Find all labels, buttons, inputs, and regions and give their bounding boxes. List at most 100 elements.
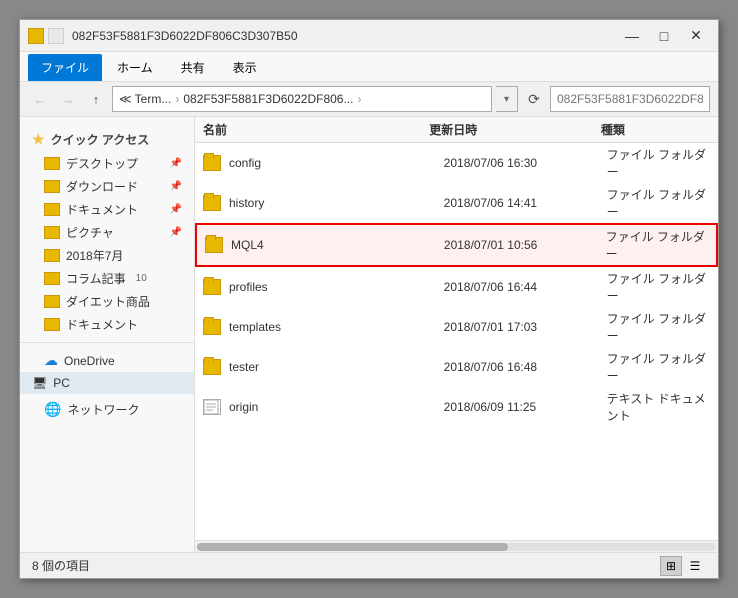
ribbon-tabs: ファイル ホーム 共有 表示	[20, 52, 718, 81]
star-icon: ★	[32, 131, 45, 148]
sidebar-item-label: ダウンロード	[66, 178, 138, 195]
folder-icon	[44, 295, 60, 308]
sidebar-item-pc[interactable]: 🖥 PC	[20, 372, 194, 394]
breadcrumb-separator: ›	[175, 92, 179, 106]
table-row[interactable]: origin 2018/06/09 11:25 テキスト ドキュメント	[195, 387, 718, 427]
folder-icon	[203, 195, 221, 211]
pin-icon: 📌	[170, 227, 182, 238]
text-file-icon	[203, 399, 221, 415]
scrollbar-thumb[interactable]	[197, 543, 508, 551]
sidebar-item-onedrive[interactable]: ☁ OneDrive	[20, 349, 194, 372]
sidebar-item-label: ネットワーク	[67, 401, 139, 418]
ribbon: ファイル ホーム 共有 表示	[20, 52, 718, 82]
file-type: ファイル フォルダー	[606, 228, 708, 262]
file-type: ファイル フォルダー	[607, 350, 710, 384]
sidebar-item-diet[interactable]: ダイエット商品	[20, 290, 194, 313]
file-name: profiles	[229, 280, 436, 294]
quick-access-section[interactable]: ★ クイック アクセス	[20, 125, 194, 152]
address-bar[interactable]: ≪ Term... › 082F53F5881F3D6022DF806... ›	[112, 86, 492, 112]
sidebar-item-july2018[interactable]: 2018年7月	[20, 244, 194, 267]
folder-icon	[44, 249, 60, 262]
main-area: ★ クイック アクセス デスクトップ 📌 ダウンロード 📌 ドキュメント 📌 ピ…	[20, 117, 718, 552]
scrollbar-track	[197, 543, 716, 551]
title-bar-buttons: — □ ✕	[618, 25, 710, 47]
window-icon-secondary	[48, 28, 64, 44]
title-bar-icons	[28, 28, 64, 44]
file-type: ファイル フォルダー	[607, 270, 710, 304]
sidebar-item-pictures[interactable]: ピクチャ 📌	[20, 221, 194, 244]
folder-icon	[44, 203, 60, 216]
file-date: 2018/07/01 10:56	[444, 238, 598, 252]
search-bar[interactable]	[550, 86, 710, 112]
up-button[interactable]: ↑	[84, 87, 108, 111]
list-view-button[interactable]: ☰	[684, 556, 706, 576]
folder-icon	[44, 318, 60, 331]
file-date: 2018/06/09 11:25	[444, 400, 599, 414]
folder-icon	[203, 279, 221, 295]
maximize-button[interactable]: □	[650, 25, 678, 47]
sidebar-item-label: OneDrive	[64, 354, 115, 368]
navigation-bar: ← → ↑ ≪ Term... › 082F53F5881F3D6022DF80…	[20, 82, 718, 117]
tab-home[interactable]: ホーム	[104, 54, 166, 81]
column-headers: 名前 更新日時 種類	[195, 117, 718, 143]
title-bar: 082F53F5881F3D6022DF806C3D307B50 — □ ✕	[20, 20, 718, 52]
file-type: ファイル フォルダー	[607, 146, 710, 180]
file-type: ファイル フォルダー	[607, 310, 710, 344]
file-date: 2018/07/06 14:41	[444, 196, 599, 210]
folder-icon	[205, 237, 223, 253]
pin-icon: 📌	[170, 181, 182, 192]
sidebar-item-label: コラム記事	[66, 270, 126, 287]
file-name: MQL4	[231, 238, 436, 252]
col-date-header[interactable]: 更新日時	[429, 121, 593, 138]
folder-icon	[44, 272, 60, 285]
table-row-highlighted[interactable]: MQL4 2018/07/01 10:56 ファイル フォルダー	[195, 223, 718, 267]
col-name-header[interactable]: 名前	[203, 121, 421, 138]
file-name: history	[229, 196, 436, 210]
pin-icon: 📌	[170, 158, 182, 169]
sidebar-item-documents2[interactable]: ドキュメント	[20, 313, 194, 336]
sidebar-item-desktop[interactable]: デスクトップ 📌	[20, 152, 194, 175]
file-name: config	[229, 156, 436, 170]
folder-icon	[44, 157, 60, 170]
sidebar-item-label: ピクチャ	[66, 224, 114, 241]
cloud-icon: ☁	[44, 352, 58, 369]
table-row[interactable]: profiles 2018/07/06 16:44 ファイル フォルダー	[195, 267, 718, 307]
detail-view-button[interactable]: ⊞	[660, 556, 682, 576]
col-type-header[interactable]: 種類	[601, 121, 710, 138]
tab-share[interactable]: 共有	[168, 54, 218, 81]
file-name: origin	[229, 400, 436, 414]
sidebar: ★ クイック アクセス デスクトップ 📌 ダウンロード 📌 ドキュメント 📌 ピ…	[20, 117, 195, 552]
file-date: 2018/07/06 16:48	[444, 360, 599, 374]
file-type: ファイル フォルダー	[607, 186, 710, 220]
back-button[interactable]: ←	[28, 87, 52, 111]
badge: 10	[136, 273, 147, 284]
file-name: tester	[229, 360, 436, 374]
table-row[interactable]: config 2018/07/06 16:30 ファイル フォルダー	[195, 143, 718, 183]
file-type: テキスト ドキュメント	[607, 390, 710, 424]
close-button[interactable]: ✕	[682, 25, 710, 47]
sidebar-item-documents[interactable]: ドキュメント 📌	[20, 198, 194, 221]
network-icon: 🌐	[44, 401, 61, 418]
sidebar-item-column[interactable]: コラム記事 10	[20, 267, 194, 290]
horizontal-scrollbar[interactable]	[195, 540, 718, 552]
address-dropdown[interactable]: ▾	[496, 86, 518, 112]
item-count: 8 個の項目	[32, 557, 90, 574]
breadcrumb-part1: ≪ Term...	[119, 92, 171, 106]
forward-button[interactable]: →	[56, 87, 80, 111]
folder-icon	[203, 155, 221, 171]
table-row[interactable]: tester 2018/07/06 16:48 ファイル フォルダー	[195, 347, 718, 387]
sidebar-item-label: ドキュメント	[66, 201, 138, 218]
quick-access-label: クイック アクセス	[51, 131, 150, 148]
sidebar-item-downloads[interactable]: ダウンロード 📌	[20, 175, 194, 198]
file-date: 2018/07/01 17:03	[444, 320, 599, 334]
table-row[interactable]: templates 2018/07/01 17:03 ファイル フォルダー	[195, 307, 718, 347]
status-bar: 8 個の項目 ⊞ ☰	[20, 552, 718, 578]
refresh-button[interactable]: ⟳	[522, 86, 546, 112]
view-buttons: ⊞ ☰	[660, 556, 706, 576]
tab-file[interactable]: ファイル	[28, 54, 102, 81]
search-input[interactable]	[557, 92, 703, 106]
table-row[interactable]: history 2018/07/06 14:41 ファイル フォルダー	[195, 183, 718, 223]
minimize-button[interactable]: —	[618, 25, 646, 47]
tab-view[interactable]: 表示	[220, 54, 270, 81]
sidebar-item-network[interactable]: 🌐 ネットワーク	[20, 398, 194, 421]
